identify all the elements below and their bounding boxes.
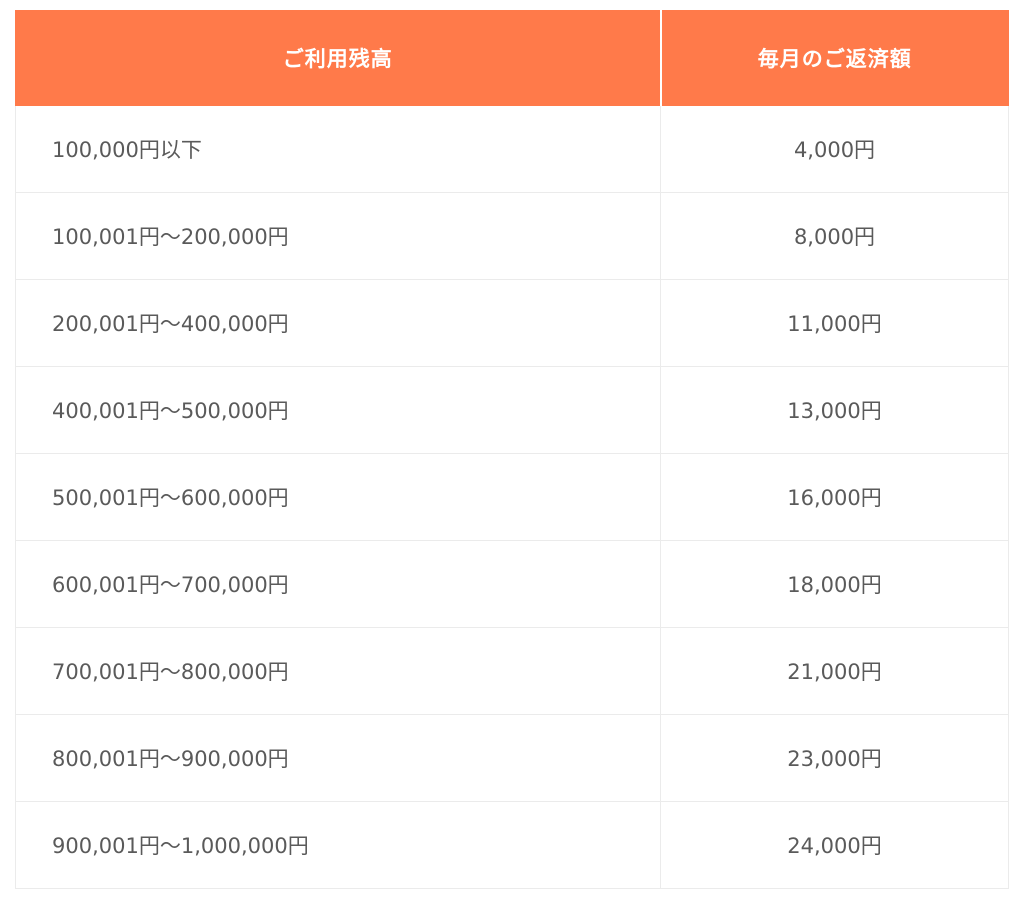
table-header: ご利用残高 毎月のご返済額	[15, 10, 1009, 106]
cell-balance: 200,001円〜400,000円	[15, 279, 661, 367]
cell-payment: 8,000円	[660, 192, 1009, 280]
repayment-table: ご利用残高 毎月のご返済額 100,000円以下 4,000円 100,001円…	[15, 10, 1009, 889]
cell-balance: 600,001円〜700,000円	[15, 540, 661, 628]
table-row: 600,001円〜700,000円 18,000円	[15, 540, 1009, 628]
cell-payment: 13,000円	[660, 366, 1009, 454]
repayment-table-container: ご利用残高 毎月のご返済額 100,000円以下 4,000円 100,001円…	[15, 10, 1009, 889]
cell-balance: 100,001円〜200,000円	[15, 192, 661, 280]
cell-payment: 21,000円	[660, 627, 1009, 715]
header-payment: 毎月のご返済額	[660, 10, 1009, 106]
cell-payment: 11,000円	[660, 279, 1009, 367]
cell-payment: 24,000円	[660, 801, 1009, 889]
cell-balance: 100,000円以下	[15, 105, 661, 193]
cell-payment: 16,000円	[660, 453, 1009, 541]
table-body: 100,000円以下 4,000円 100,001円〜200,000円 8,00…	[15, 105, 1009, 889]
cell-payment: 18,000円	[660, 540, 1009, 628]
table-row: 100,000円以下 4,000円	[15, 105, 1009, 193]
table-row: 700,001円〜800,000円 21,000円	[15, 627, 1009, 715]
cell-payment: 4,000円	[660, 105, 1009, 193]
header-balance: ご利用残高	[15, 10, 662, 106]
table-row: 900,001円〜1,000,000円 24,000円	[15, 801, 1009, 889]
table-row: 800,001円〜900,000円 23,000円	[15, 714, 1009, 802]
cell-balance: 800,001円〜900,000円	[15, 714, 661, 802]
cell-balance: 700,001円〜800,000円	[15, 627, 661, 715]
table-row: 100,001円〜200,000円 8,000円	[15, 192, 1009, 280]
table-row: 400,001円〜500,000円 13,000円	[15, 366, 1009, 454]
cell-balance: 500,001円〜600,000円	[15, 453, 661, 541]
cell-balance: 900,001円〜1,000,000円	[15, 801, 661, 889]
header-row: ご利用残高 毎月のご返済額	[15, 10, 1009, 106]
cell-balance: 400,001円〜500,000円	[15, 366, 661, 454]
cell-payment: 23,000円	[660, 714, 1009, 802]
table-row: 200,001円〜400,000円 11,000円	[15, 279, 1009, 367]
table-row: 500,001円〜600,000円 16,000円	[15, 453, 1009, 541]
